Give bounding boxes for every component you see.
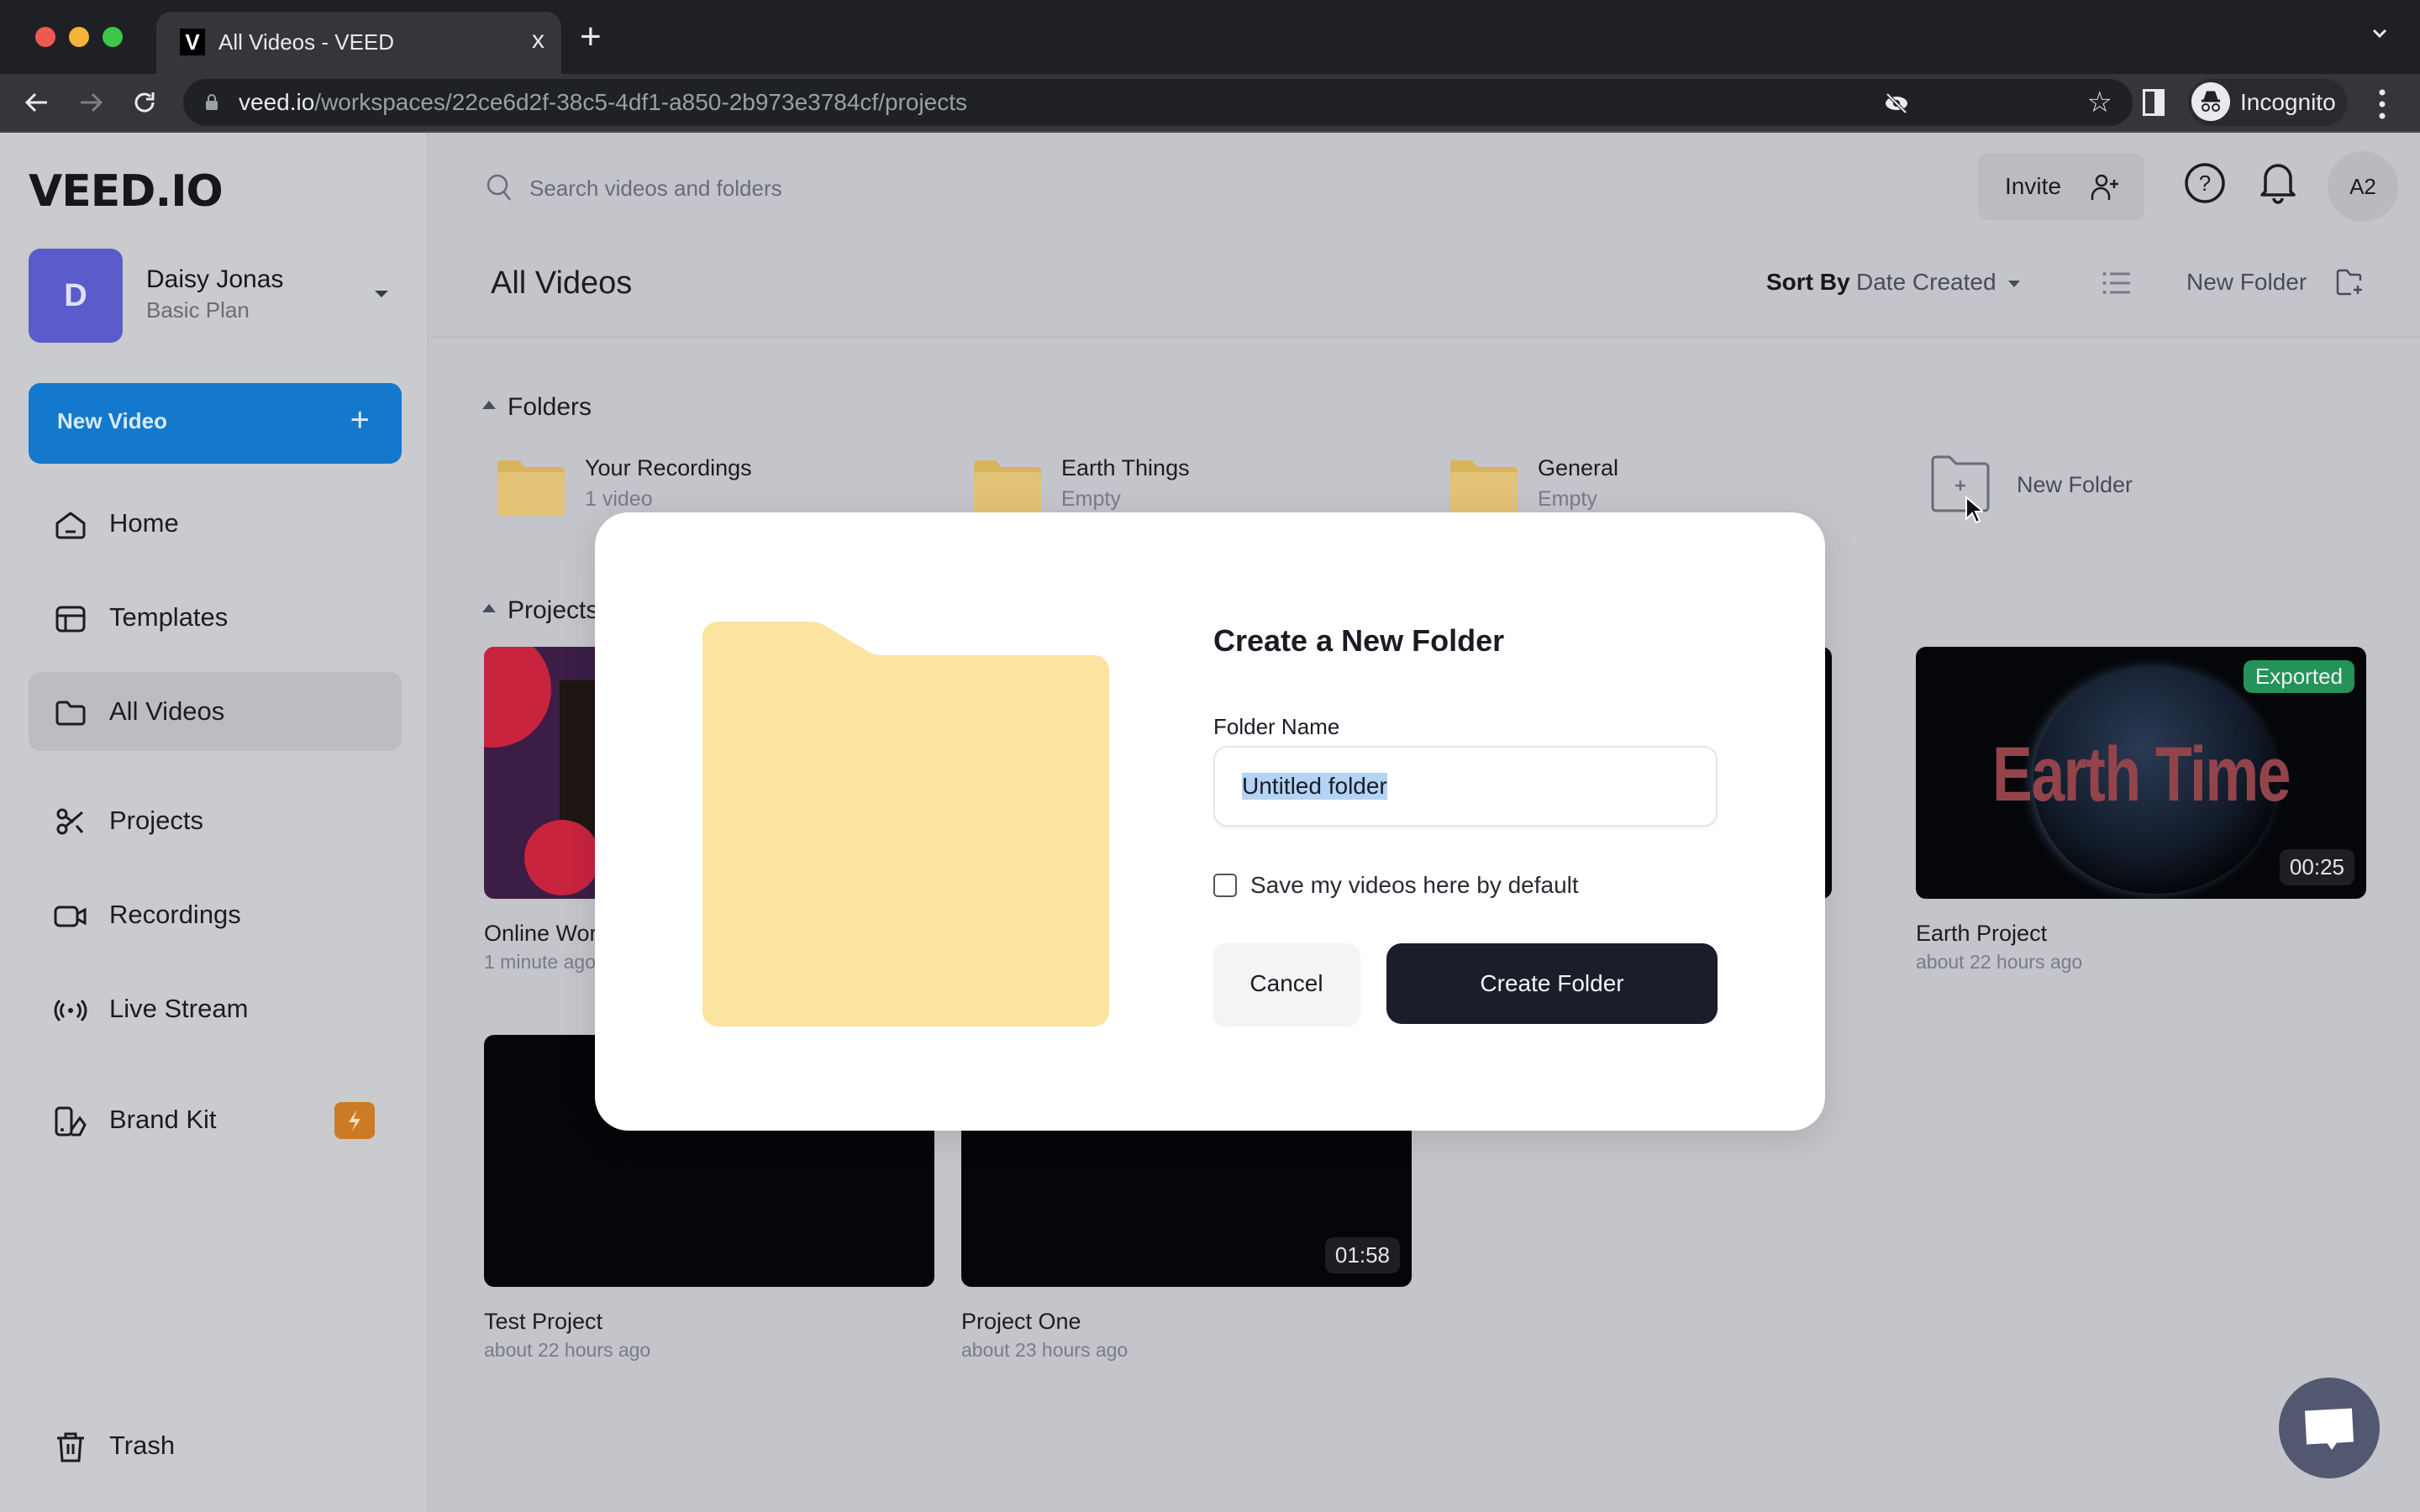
folder-name-label: Folder Name [1213,714,1340,739]
modal-overlay[interactable]: Create a New Folder Folder Name Save my … [0,0,2420,1512]
dialog-title: Create a New Folder [1213,623,1505,658]
create-folder-button[interactable]: Create Folder [1386,943,1718,1024]
save-default-label[interactable]: Save my videos here by default [1250,872,1579,899]
create-folder-dialog: Create a New Folder Folder Name Save my … [595,512,1825,1131]
folder-illustration-icon [702,622,1109,1026]
chat-bubble-tail [2326,1441,2338,1450]
cancel-button[interactable]: Cancel [1213,943,1360,1024]
folder-name-input[interactable] [1213,746,1718,827]
chat-support-button[interactable] [2279,1378,2380,1478]
save-default-checkbox[interactable] [1213,874,1237,897]
chat-bubble-icon [2304,1408,2354,1445]
